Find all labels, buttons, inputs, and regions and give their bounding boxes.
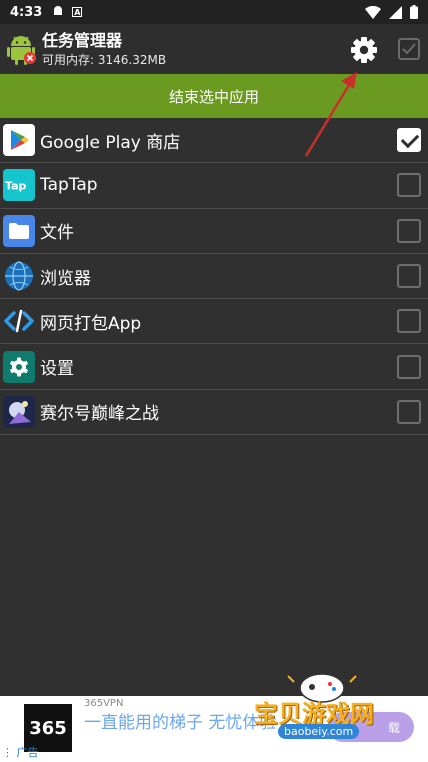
google-play-icon — [3, 124, 35, 157]
app-label: 设置 — [40, 359, 74, 380]
app-checkbox[interactable] — [397, 264, 421, 289]
running-apps-list: Google Play 商店 Tap TapTap 文件 浏览器 网页打包App… — [0, 118, 428, 436]
taptap-icon: Tap — [3, 169, 35, 202]
check-icon — [402, 43, 416, 55]
ad-brand: 365VPN — [84, 698, 124, 709]
a-notification-icon: A — [72, 7, 83, 17]
app-checkbox[interactable] — [397, 218, 421, 243]
wifi-icon — [365, 5, 381, 19]
status-icons — [365, 5, 418, 19]
app-label: 浏览器 — [40, 268, 91, 289]
android-notification-icon — [52, 5, 64, 20]
status-bar: 4:33 A — [0, 0, 428, 24]
app-header-text: 任务管理器 可用内存: 3146.32MB — [42, 31, 166, 68]
settings-button[interactable] — [348, 34, 380, 66]
list-item-settings[interactable]: 设置 — [0, 344, 428, 390]
settings-icon — [3, 350, 35, 383]
app-label: Google Play 商店 — [40, 132, 181, 153]
task-manager-logo-icon — [4, 32, 38, 66]
list-item-taptap[interactable]: Tap TapTap — [0, 163, 428, 209]
app-title: 任务管理器 — [42, 30, 123, 50]
ad-label: ⋮ 广告 — [2, 746, 39, 759]
end-selected-apps-button[interactable]: 结束选中应用 — [0, 74, 428, 118]
app-checkbox[interactable] — [397, 128, 421, 153]
app-checkbox[interactable] — [397, 309, 421, 334]
list-item-files[interactable]: 文件 — [0, 209, 428, 254]
app-checkbox[interactable] — [397, 399, 421, 424]
globe-icon — [3, 260, 35, 292]
signal-icon — [389, 5, 402, 19]
app-label: 赛尔号巅峰之战 — [40, 404, 159, 425]
app-label: 文件 — [40, 223, 74, 244]
folder-icon — [3, 214, 35, 247]
app-checkbox[interactable] — [397, 173, 421, 198]
select-all-checkbox[interactable] — [398, 38, 420, 60]
battery-icon — [410, 5, 418, 19]
watermark-url: baobeiy.com — [278, 724, 360, 739]
app-bar: 任务管理器 可用内存: 3146.32MB — [0, 24, 428, 74]
list-item-game[interactable]: 赛尔号巅峰之战 — [0, 390, 428, 436]
available-memory: 可用内存: 3146.32MB — [42, 52, 167, 67]
svg-text:Tap: Tap — [5, 180, 27, 193]
code-icon — [3, 305, 35, 337]
list-item-web-packager[interactable]: 网页打包App — [0, 299, 428, 345]
app-checkbox[interactable] — [397, 354, 421, 379]
game-icon — [3, 395, 35, 428]
status-time: 4:33 — [10, 4, 43, 20]
app-label: TapTap — [40, 175, 98, 196]
app-label: 网页打包App — [40, 313, 142, 334]
list-item-browser[interactable]: 浏览器 — [0, 254, 428, 300]
list-item-google-play[interactable]: Google Play 商店 — [0, 118, 428, 164]
gear-icon — [351, 37, 377, 63]
